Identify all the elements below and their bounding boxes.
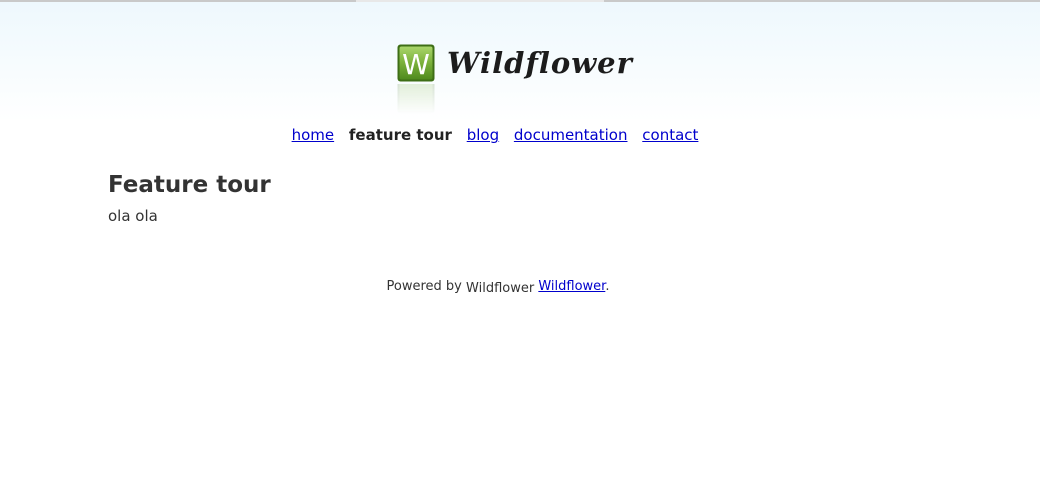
- nav-item-home[interactable]: home: [292, 126, 335, 144]
- logo-w-icon: W: [397, 44, 435, 82]
- logo-reflection: [397, 84, 435, 114]
- footer-brand-text: Wildflower: [466, 281, 535, 296]
- footer: Powered by Wildflower Wildflower.: [0, 279, 996, 296]
- nav-item-contact[interactable]: contact: [642, 126, 698, 144]
- footer-powered-by: Powered by: [386, 279, 462, 294]
- page-title: Feature tour: [108, 172, 271, 198]
- nav-item-feature-tour: feature tour: [348, 126, 452, 144]
- nav-item-documentation[interactable]: documentation: [514, 126, 628, 144]
- footer-wildflower-link[interactable]: Wildflower: [538, 279, 605, 294]
- logo-letter: W: [402, 48, 430, 81]
- logo-wordmark: Wildflower: [447, 46, 633, 80]
- nav-item-blog[interactable]: blog: [467, 126, 499, 144]
- main-navigation: home feature tour blog documentation con…: [0, 126, 990, 144]
- site-logo[interactable]: W Wildflower: [397, 44, 632, 124]
- footer-period: .: [605, 279, 610, 294]
- page-body-text: ola ola: [108, 207, 158, 225]
